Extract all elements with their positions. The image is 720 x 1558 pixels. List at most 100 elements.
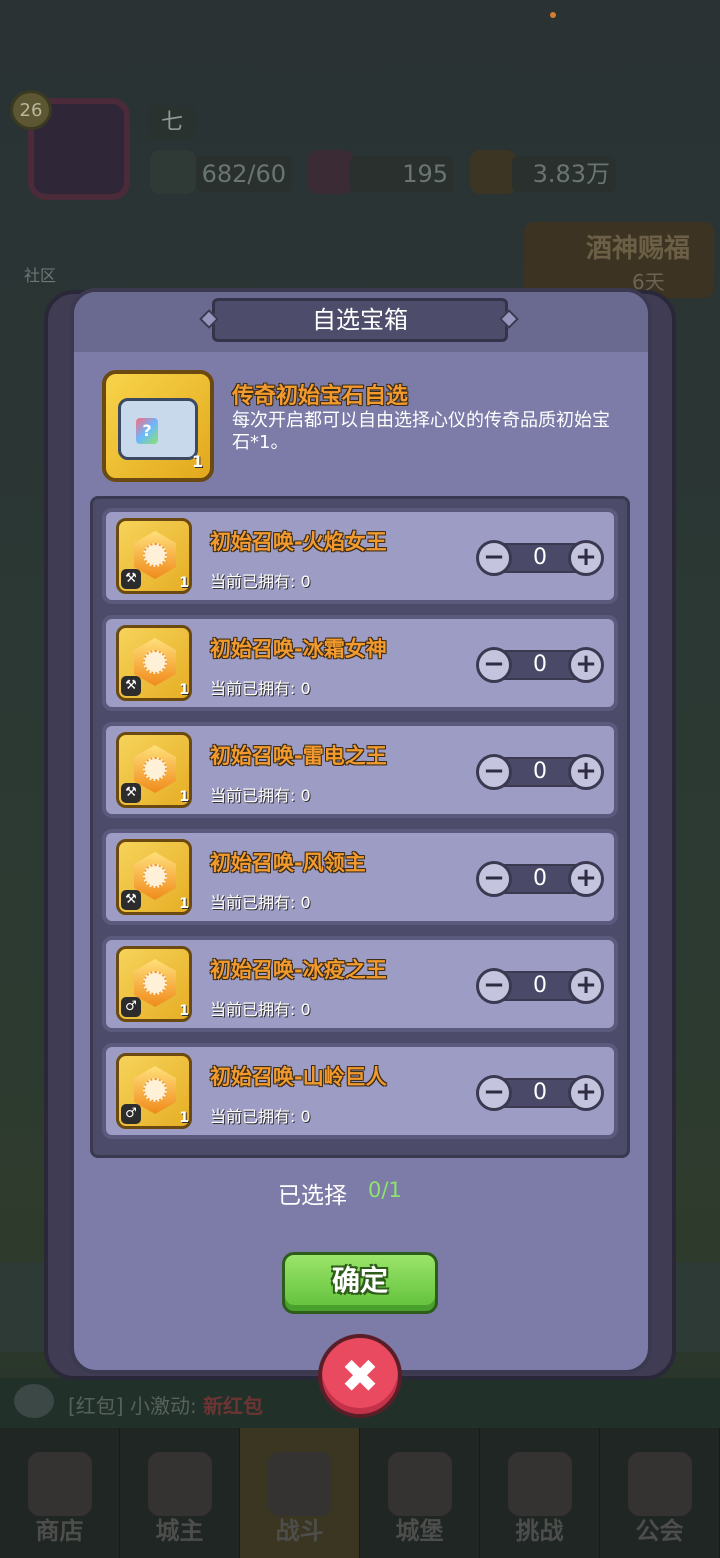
plus-button[interactable]: + [568,968,604,1004]
pickaxe-icon: ⚒ [121,569,141,589]
list-item: ⚒ 1 初始召唤-冰霜女神 当前已拥有: 0 0− + [102,615,618,711]
list-item: ⚒ 1 初始召唤-火焰女王 当前已拥有: 0 0− + [102,508,618,604]
gem-item-frame: ♂ 1 [116,1053,192,1129]
nav-guild[interactable]: 公会 [600,1428,720,1558]
bottom-nav: 商店 城主 战斗 城堡 挑战 公会 [0,1428,720,1558]
quantity-stepper: 0− + [476,1075,604,1111]
selected-label: 已选择 [278,1183,347,1209]
item-count: 1 [179,682,189,698]
nav-label: 城堡 [395,1517,444,1545]
chat-prefix: [红包] 小激动: [68,1394,204,1418]
close-button[interactable]: ✖ [318,1334,402,1418]
list-item: ♂ 1 初始召唤-山岭巨人 当前已拥有: 0 0− + [102,1043,618,1139]
minus-button[interactable]: − [476,861,512,897]
gem-item-frame: ⚒ 1 [116,625,192,701]
nav-castle[interactable]: 城堡 [360,1428,480,1558]
chest-description: 每次开启都可以自由选择心仪的传奇品质初始宝石*1。 [232,410,610,453]
item-name: 初始召唤-雷电之王 [210,744,387,768]
nav-label: 战斗 [275,1517,324,1545]
gem-core [143,1078,167,1102]
castle-icon [388,1452,452,1516]
plus-button[interactable]: + [568,861,604,897]
item-owned: 当前已拥有: 0 [210,893,311,912]
nav-label: 商店 [35,1517,84,1545]
gold-value: 3.83万 [512,156,616,192]
item-count: 1 [179,1003,189,1019]
minus-button[interactable]: − [476,647,512,683]
nav-battle[interactable]: 战斗 [240,1428,360,1558]
pickaxe-icon: ⚒ [121,890,141,910]
stamina-icon[interactable] [150,150,196,194]
gem-core [143,543,167,567]
item-name: 初始召唤-冰霜女神 [210,637,387,661]
item-count: 1 [179,789,189,805]
minus-button[interactable]: − [476,540,512,576]
gem-item-frame: ⚒ 1 [116,518,192,594]
swords-icon [268,1452,332,1516]
gem-core [143,650,167,674]
item-owned: 当前已拥有: 0 [210,1000,311,1019]
level-badge: 26 [10,90,52,130]
gem-icon[interactable] [308,150,354,194]
selected-count: 0/1 [368,1178,402,1202]
item-name: 初始召唤-冰疫之王 [210,958,387,982]
nav-label: 公会 [635,1517,684,1545]
chest-gem-icon: ? [136,418,158,444]
pickaxe-icon: ⚒ [121,783,141,803]
quantity-stepper: 0− + [476,647,604,683]
chat-bubble-icon[interactable] [14,1384,54,1418]
guild-flag-icon [628,1452,692,1516]
list-item: ⚒ 1 初始召唤-雷电之王 当前已拥有: 0 0− + [102,722,618,818]
quantity-stepper: 0− + [476,754,604,790]
item-owned: 当前已拥有: 0 [210,572,311,591]
chat-text: [红包] 小激动: 新红包 [68,1390,263,1419]
item-count: 1 [179,575,189,591]
shop-icon [28,1452,92,1516]
item-owned: 当前已拥有: 0 [210,786,311,805]
nav-label: 城主 [155,1517,204,1545]
minus-button[interactable]: − [476,754,512,790]
gem-item-frame: ⚒ 1 [116,732,192,808]
item-count: 1 [179,896,189,912]
nav-label: 挑战 [515,1517,564,1545]
chest-count: 1 [192,452,204,471]
gem-core [143,757,167,781]
community-label[interactable]: 社区 [24,262,56,286]
close-icon[interactable]: ✖ [322,1338,398,1414]
ring-icon: ♂ [121,1104,141,1124]
nav-shop[interactable]: 商店 [0,1428,120,1558]
gem-core [143,864,167,888]
chest-title: 传奇初始宝石自选 [232,384,409,409]
minus-button[interactable]: − [476,1075,512,1111]
modal-title: 自选宝箱 [312,306,408,334]
crown-icon [148,1452,212,1516]
plus-button[interactable]: + [568,647,604,683]
item-name: 初始召唤-山岭巨人 [210,1065,387,1089]
confirm-button-label[interactable]: 确定 [282,1252,438,1310]
ring-icon: ♂ [121,997,141,1017]
gem-item-frame: ♂ 1 [116,946,192,1022]
quantity-stepper: 0− + [476,968,604,1004]
item-owned: 当前已拥有: 0 [210,1107,311,1126]
gold-icon[interactable] [470,150,516,194]
demon-icon [508,1452,572,1516]
event-title: 酒神赐福 [586,234,691,264]
item-name: 初始召唤-火焰女王 [210,530,387,554]
nav-lord[interactable]: 城主 [120,1428,240,1558]
item-count: 1 [179,1110,189,1126]
plus-button[interactable]: + [568,540,604,576]
plus-button[interactable]: + [568,1075,604,1111]
pickaxe-icon: ⚒ [121,676,141,696]
chest-icon [118,398,198,460]
minus-button[interactable]: − [476,968,512,1004]
quantity-stepper: 0− + [476,861,604,897]
player-name: 七 [148,106,196,140]
nav-challenge[interactable]: 挑战 [480,1428,600,1558]
gem-core [143,971,167,995]
plus-button[interactable]: + [568,754,604,790]
status-dot [550,12,556,18]
list-item: ♂ 1 初始召唤-冰疫之王 当前已拥有: 0 0− + [102,936,618,1032]
chat-new-redpacket[interactable]: 新红包 [203,1394,263,1418]
stamina-value: 682/60 [196,156,292,192]
gem-item-frame: ⚒ 1 [116,839,192,915]
